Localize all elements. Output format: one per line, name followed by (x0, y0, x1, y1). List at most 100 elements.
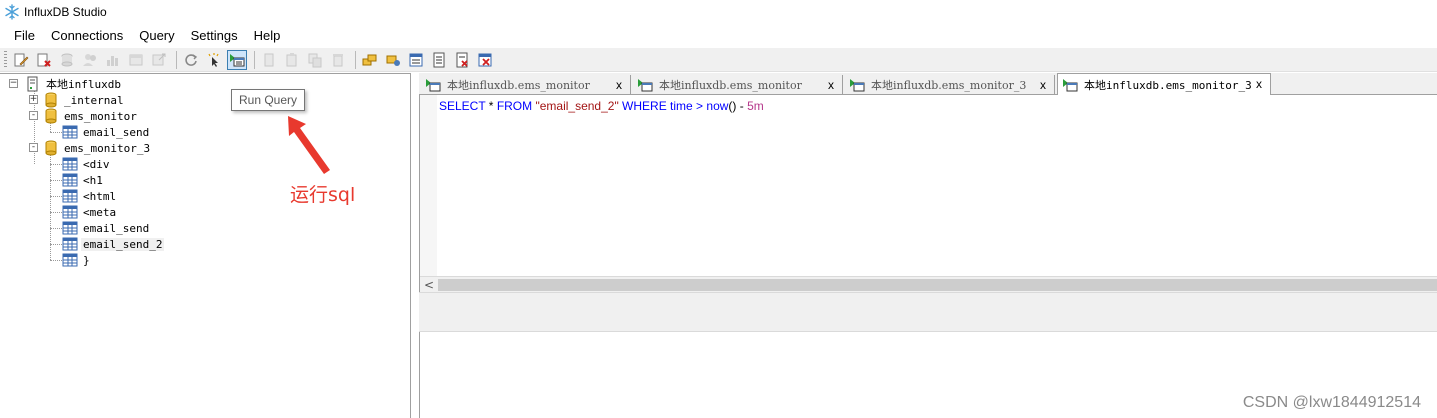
refresh-icon (185, 53, 198, 66)
results-splitter[interactable] (419, 292, 1437, 332)
refresh-connection-button[interactable] (57, 50, 77, 70)
keys-icon (362, 54, 377, 65)
tree-connector (50, 260, 62, 261)
show-databases-button[interactable] (360, 50, 380, 70)
tab-query-4-active[interactable]: 本地influxdb.ems_monitor_3 x (1057, 73, 1271, 96)
database-icon (61, 53, 73, 66)
tab-close-button[interactable]: x (616, 78, 622, 92)
menu-query[interactable]: Query (131, 26, 182, 45)
query-text[interactable]: SELECT * FROM "email_send_2" WHERE time … (439, 99, 764, 113)
tree-node-database[interactable]: ems_monitor_3 (43, 140, 152, 156)
editor-horizontal-scrollbar[interactable]: < (420, 276, 1437, 292)
scroll-thumb[interactable] (438, 279, 1437, 291)
tree-node-measurement[interactable]: <h1 (62, 172, 105, 188)
scroll-left-icon[interactable]: < (424, 278, 434, 292)
tab-query-2[interactable]: 本地influxdb.ems_monitor x (633, 75, 843, 95)
menu-file[interactable]: File (6, 26, 43, 45)
query-editor[interactable]: SELECT * FROM "email_send_2" WHERE time … (419, 95, 1437, 292)
list-icon (433, 52, 445, 67)
sql-keyword: SELECT (439, 99, 486, 113)
tab-close-button[interactable]: x (1256, 77, 1262, 91)
tree-connector (50, 132, 62, 133)
sql-text: * (485, 99, 497, 113)
tab-label: 本地influxdb.ems_monitor (659, 79, 802, 92)
connection-tree[interactable]: − 本地influxdb + _internal - ems_monitor e… (0, 73, 411, 418)
tab-close-button[interactable]: x (828, 78, 834, 92)
sql-string: "email_send_2" (532, 99, 623, 113)
tree-node-measurement[interactable]: email_send (62, 124, 151, 140)
run-query-icon (230, 53, 245, 66)
table-icon (62, 205, 78, 219)
tree-node-database[interactable]: ems_monitor (43, 108, 139, 124)
title-bar: InfluxDB Studio (0, 0, 1437, 23)
tree-connector (50, 180, 62, 181)
query-tabs: 本地influxdb.ems_monitor x 本地influxdb.ems_… (419, 73, 1437, 96)
tab-query-1[interactable]: 本地influxdb.ems_monitor x (421, 75, 631, 95)
tree-node-connection[interactable]: 本地influxdb (25, 76, 123, 92)
duplicate-button[interactable] (305, 50, 325, 70)
run-query-button[interactable] (227, 49, 247, 70)
tree-node-measurement[interactable]: } (62, 252, 92, 268)
query-tab-icon (850, 79, 865, 92)
tree-node-measurement[interactable]: <html (62, 188, 118, 204)
table-icon (62, 253, 78, 267)
tree-collapse-toggle[interactable]: - (29, 111, 38, 120)
toolbar (0, 48, 1437, 72)
tree-node-label: ems_monitor_3 (64, 141, 151, 155)
menu-connections[interactable]: Connections (43, 26, 131, 45)
tag-icon (386, 55, 400, 66)
tree-node-label: email_send_2 (81, 237, 165, 251)
diagnostics-button[interactable] (103, 50, 123, 70)
show-measurements-button[interactable] (383, 50, 403, 70)
drop-button[interactable] (475, 50, 495, 70)
duplicate-icon (308, 53, 322, 67)
users-button[interactable] (80, 50, 100, 70)
toolbar-separator (176, 50, 177, 69)
tree-connector (50, 228, 62, 229)
remove-button[interactable] (328, 50, 348, 70)
tree-node-measurement[interactable]: email_send (62, 220, 151, 236)
copy-button[interactable] (259, 50, 279, 70)
tree-expand-toggle[interactable]: + (29, 95, 38, 104)
tree-node-label: 本地influxdb (46, 78, 121, 91)
new-query-button[interactable] (204, 50, 224, 70)
trash-icon (333, 53, 343, 66)
tab-query-3[interactable]: 本地influxdb.ems_monitor_3 x (845, 75, 1055, 95)
tree-connector (50, 212, 62, 213)
menu-settings[interactable]: Settings (183, 26, 246, 45)
tree-connector (50, 164, 62, 165)
sparkle-cursor-icon (208, 52, 219, 67)
sql-number: 5m (747, 99, 764, 113)
show-series-button[interactable] (406, 50, 426, 70)
tab-close-button[interactable]: x (1040, 78, 1046, 92)
show-tags-button[interactable] (452, 50, 472, 70)
tree-node-label: email_send (83, 125, 150, 139)
export-button[interactable] (149, 50, 169, 70)
delete-connection-button[interactable] (34, 50, 54, 70)
query-tab-icon (426, 79, 441, 92)
tree-collapse-toggle[interactable]: − (9, 79, 18, 88)
watermark: CSDN @lxw1844912514 (1242, 394, 1421, 411)
delete-document-icon (37, 53, 51, 67)
tab-label: 本地influxdb.ems_monitor_3 (1084, 79, 1252, 92)
tree-node-label: <div (83, 157, 110, 171)
refresh-button[interactable] (181, 50, 201, 70)
tree-node-label: <html (83, 189, 117, 203)
list-remove-icon (456, 52, 468, 67)
new-connection-button[interactable] (11, 50, 31, 70)
annotation-text: 运行sql (290, 184, 356, 206)
show-fields-button[interactable] (429, 50, 449, 70)
window-close-icon (478, 53, 492, 66)
tree-node-database[interactable]: _internal (43, 92, 126, 108)
tree-node-label: email_send (83, 221, 150, 235)
tree-collapse-toggle[interactable]: - (29, 143, 38, 152)
sql-text: time > (666, 99, 707, 113)
stats-button[interactable] (126, 50, 146, 70)
paste-button[interactable] (282, 50, 302, 70)
sql-keyword: WHERE (622, 99, 667, 113)
tree-node-measurement[interactable]: <div (62, 156, 112, 172)
tree-node-measurement-selected[interactable]: email_send_2 (62, 236, 165, 252)
tree-node-measurement[interactable]: <meta (62, 204, 118, 220)
menu-help[interactable]: Help (246, 26, 289, 45)
run-query-tooltip: Run Query (231, 89, 305, 111)
